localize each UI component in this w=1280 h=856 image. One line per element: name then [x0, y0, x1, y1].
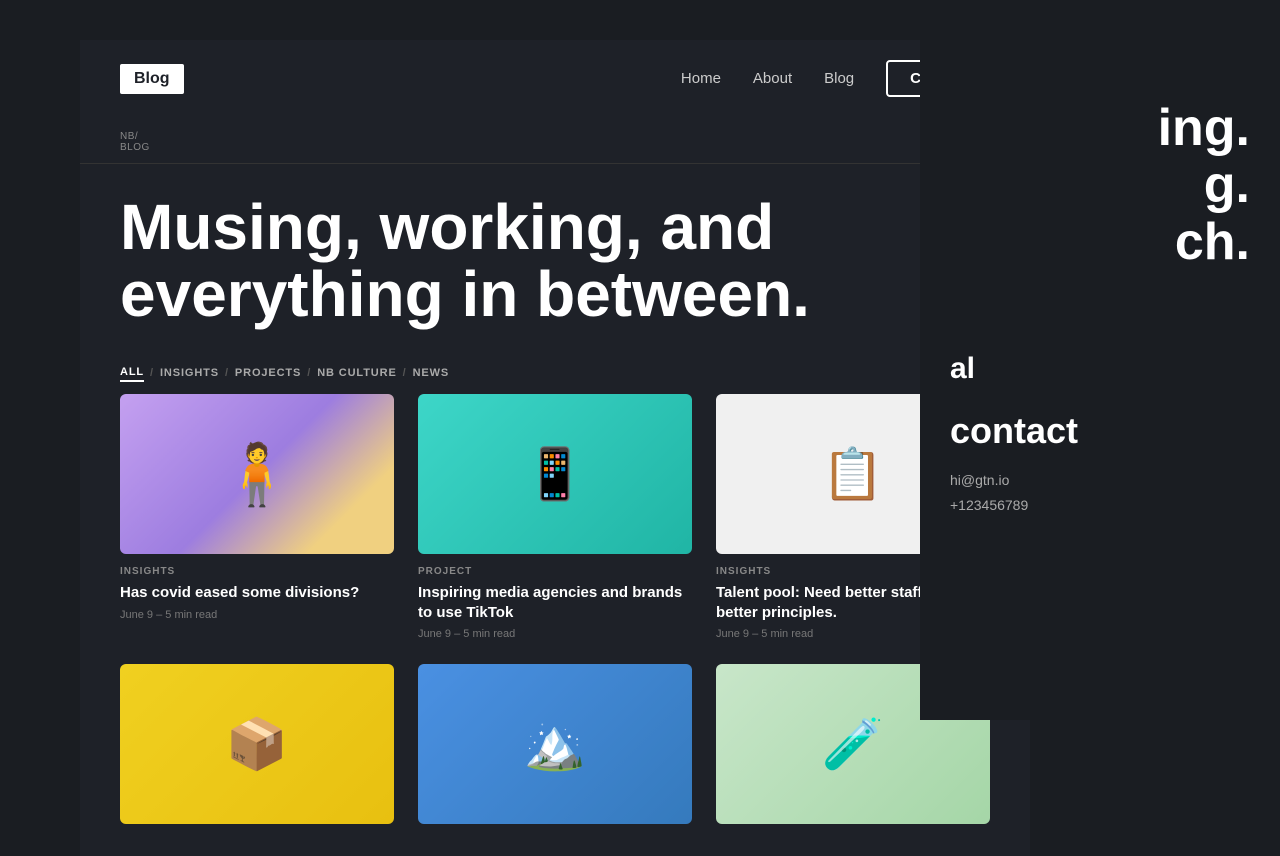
- right-phone[interactable]: +123456789: [950, 493, 1250, 518]
- hero-section: Musing, working, and everything in betwe…: [80, 164, 1030, 348]
- right-text-line-1: ing.: [950, 100, 1250, 157]
- card-1-title: Has covid eased some divisions?: [120, 583, 394, 603]
- hero-title: Musing, working, and everything in betwe…: [120, 194, 880, 328]
- right-contact-title: contact: [950, 410, 1250, 452]
- right-middle-label: al: [950, 352, 1250, 386]
- filter-insights[interactable]: INSIGHTS: [160, 365, 219, 381]
- card-5-image: [418, 664, 692, 824]
- meta-nb: NB/ BLOG: [120, 131, 150, 153]
- logo[interactable]: Blog: [120, 64, 184, 94]
- navbar: Blog Home About Blog Contact: [80, 40, 1030, 117]
- card-1[interactable]: INSIGHTS Has covid eased some divisions?…: [120, 394, 394, 640]
- cards-grid: INSIGHTS Has covid eased some divisions?…: [80, 394, 1030, 856]
- filter-bar: ALL / INSIGHTS / PROJECTS / NB CULTURE /…: [80, 348, 1030, 394]
- sep-4: /: [403, 367, 407, 379]
- blog-panel: Blog Home About Blog Contact NB/ BLOG 37…: [80, 40, 1030, 856]
- right-panel-contact-section: contact hi@gtn.io +123456789: [950, 410, 1250, 518]
- right-panel: ing. g. ch. al contact hi@gtn.io +123456…: [920, 0, 1280, 720]
- meta-bar: NB/ BLOG 37 ARTICLE: [80, 117, 1030, 164]
- nav-home[interactable]: Home: [681, 70, 721, 87]
- right-contact-info: hi@gtn.io +123456789: [950, 468, 1250, 518]
- sep-2: /: [225, 367, 229, 379]
- card-4[interactable]: [120, 664, 394, 836]
- card-1-category: INSIGHTS: [120, 566, 394, 577]
- right-panel-top-text: ing. g. ch.: [950, 100, 1250, 272]
- filter-all[interactable]: ALL: [120, 364, 144, 382]
- card-1-image: [120, 394, 394, 554]
- card-4-image: [120, 664, 394, 824]
- nav-about[interactable]: About: [753, 70, 792, 87]
- card-2-meta: June 9 – 5 min read: [418, 628, 692, 640]
- sep-3: /: [307, 367, 311, 379]
- meta-blog-label: BLOG: [120, 142, 150, 153]
- card-5[interactable]: [418, 664, 692, 836]
- sep-1: /: [150, 367, 154, 379]
- card-2[interactable]: PROJECT Inspiring media agencies and bra…: [418, 394, 692, 640]
- right-text-line-3: ch.: [950, 214, 1250, 271]
- card-2-category: PROJECT: [418, 566, 692, 577]
- nav-blog[interactable]: Blog: [824, 70, 854, 87]
- card-1-meta: June 9 – 5 min read: [120, 609, 394, 621]
- right-panel-middle: al: [950, 352, 1250, 390]
- meta-nb-label: NB/: [120, 131, 150, 142]
- filter-news[interactable]: NEWS: [413, 365, 450, 381]
- card-2-image: [418, 394, 692, 554]
- filter-projects[interactable]: PROJECTS: [235, 365, 301, 381]
- right-email[interactable]: hi@gtn.io: [950, 468, 1250, 493]
- filter-nb-culture[interactable]: NB CULTURE: [317, 365, 396, 381]
- card-2-title: Inspiring media agencies and brands to u…: [418, 583, 692, 622]
- right-text-line-2: g.: [950, 157, 1250, 214]
